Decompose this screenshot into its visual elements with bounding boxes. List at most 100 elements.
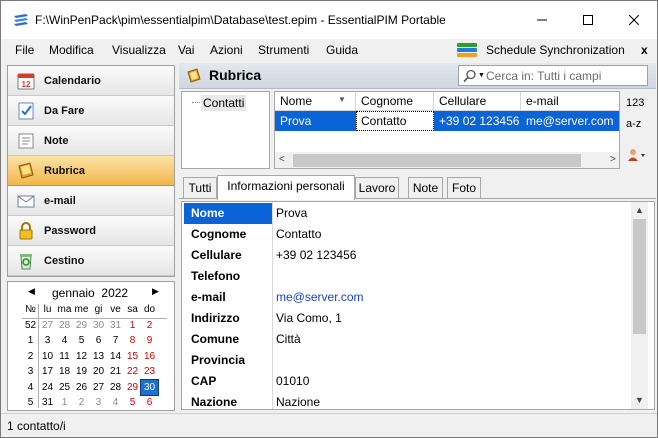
calendar-day[interactable]: 1	[124, 318, 141, 334]
scrollbar-thumb[interactable]	[633, 219, 646, 334]
calendar-day[interactable]: 10	[39, 349, 56, 365]
calendar-day[interactable]: 27	[39, 318, 56, 334]
tab-note[interactable]: Note	[408, 177, 443, 199]
menu-azioni[interactable]: Azioni	[210, 43, 243, 57]
calendar-day[interactable]: 3	[39, 333, 56, 349]
calendar-day[interactable]: 7	[107, 333, 124, 349]
page-title: Rubrica	[209, 67, 262, 83]
menu-file[interactable]: File	[15, 43, 34, 57]
calendar-day[interactable]: 9	[141, 333, 158, 349]
calendar-day[interactable]: 16	[141, 349, 158, 365]
calendar-day[interactable]: 30	[90, 318, 107, 334]
menu-vai[interactable]: Vai	[178, 43, 194, 57]
sidebar-item-email[interactable]: e-mail	[8, 186, 174, 216]
calendar-day[interactable]: 27	[90, 380, 107, 396]
calendar-day[interactable]: 4	[107, 395, 124, 411]
calendar-day[interactable]: 2	[73, 395, 90, 411]
calendar-day-today[interactable]: 30	[140, 378, 159, 396]
calendar-day[interactable]: 31	[39, 395, 56, 411]
sidebar-item-da-fare[interactable]: Da Fare	[8, 96, 174, 126]
detail-row-cognome[interactable]: Cognome Contatto	[184, 224, 630, 245]
maximize-button[interactable]	[565, 1, 611, 39]
calendar-day[interactable]: 5	[73, 333, 90, 349]
user-group-icon[interactable]	[626, 147, 648, 163]
calendar-day[interactable]: 13	[90, 349, 107, 365]
sidebar-item-rubrica[interactable]: Rubrica	[8, 156, 174, 186]
menu-visualizza[interactable]: Visualizza	[112, 43, 166, 57]
column-header-cellulare[interactable]: Cellulare	[434, 92, 521, 111]
detail-row-comune[interactable]: Comune Città	[184, 329, 630, 350]
menu-guida[interactable]: Guida	[326, 43, 358, 57]
calendar-day[interactable]: 17	[39, 364, 56, 380]
mdi-close-button[interactable]: x	[641, 43, 648, 57]
calendar-day[interactable]: 6	[90, 333, 107, 349]
detail-row-cap[interactable]: CAP 01010	[184, 371, 630, 392]
calendar-day[interactable]: 4	[56, 333, 73, 349]
calendar-day[interactable]: 11	[56, 349, 73, 365]
calendar-day[interactable]: 6	[141, 395, 158, 411]
sort-numeric-button[interactable]: 123	[626, 97, 644, 109]
calendar-day[interactable]: 21	[107, 364, 124, 380]
calendar-day[interactable]: 26	[73, 380, 90, 396]
calendar-day[interactable]: 15	[124, 349, 141, 365]
calendar-day[interactable]: 20	[90, 364, 107, 380]
menu-strumenti[interactable]: Strumenti	[258, 43, 309, 57]
detail-row-email[interactable]: e-mail me@server.com	[184, 287, 630, 308]
calendar-day[interactable]: 29	[124, 380, 141, 396]
vertical-scrollbar[interactable]: ▲ ▼	[631, 202, 648, 409]
menu-modifica[interactable]: Modifica	[49, 43, 94, 57]
schedule-sync-button[interactable]: Schedule Synchronization	[456, 39, 625, 61]
search-input[interactable]: ▼ Cerca in: Tutti i campi	[458, 65, 648, 86]
sidebar-item-note[interactable]: Note	[8, 126, 174, 156]
scroll-down-icon[interactable]: ▼	[635, 395, 644, 405]
calendar-day[interactable]: 12	[73, 349, 90, 365]
scroll-left-icon[interactable]: <	[279, 154, 285, 165]
tab-tutti[interactable]: Tutti	[183, 177, 217, 199]
calendar-day[interactable]: 19	[73, 364, 90, 380]
detail-row-nazione[interactable]: Nazione Nazione	[184, 392, 630, 409]
calendar-day[interactable]: 2	[141, 318, 158, 334]
column-header-email[interactable]: e-mail	[521, 92, 619, 111]
calendar-day[interactable]: 31	[107, 318, 124, 334]
folder-item-contatti[interactable]: Contatti	[201, 95, 247, 111]
calendar-day[interactable]: 25	[56, 380, 73, 396]
scroll-right-icon[interactable]: >	[610, 154, 616, 165]
scrollbar-thumb[interactable]	[293, 154, 581, 167]
next-month-icon[interactable]: ▶	[152, 286, 159, 297]
horizontal-scrollbar[interactable]: < >	[275, 152, 619, 168]
calendar-day[interactable]: 28	[56, 318, 73, 334]
minimize-button[interactable]	[519, 1, 565, 39]
detail-row-indirizzo[interactable]: Indirizzo Via Como, 1	[184, 308, 630, 329]
calendar-day[interactable]: 1	[56, 395, 73, 411]
calendar-day[interactable]: 24	[39, 380, 56, 396]
calendar-day[interactable]: 14	[107, 349, 124, 365]
table-row[interactable]: Prova Contatto +39 02 123456 me@server.c…	[275, 111, 619, 131]
tab-informazioni-personali[interactable]: Informazioni personali	[217, 175, 355, 200]
sidebar-item-calendario[interactable]: 12 Calendario	[8, 66, 174, 96]
prev-month-icon[interactable]: ◀	[28, 286, 35, 297]
detail-row-provincia[interactable]: Provincia	[184, 350, 630, 371]
detail-row-cellulare[interactable]: Cellulare +39 02 123456	[184, 245, 630, 266]
calendar-day[interactable]: 29	[73, 318, 90, 334]
calendar-day[interactable]: 5	[124, 395, 141, 411]
tab-foto[interactable]: Foto	[447, 177, 481, 199]
calendar-day[interactable]: 28	[107, 380, 124, 396]
scroll-up-icon[interactable]: ▲	[635, 205, 644, 215]
tab-lavoro[interactable]: Lavoro	[355, 177, 399, 199]
calendar-day[interactable]: 8	[124, 333, 141, 349]
column-header-cognome[interactable]: Cognome	[356, 92, 434, 111]
calendar-day[interactable]: 18	[56, 364, 73, 380]
chevron-down-icon[interactable]: ▼	[478, 72, 485, 79]
calendar-day[interactable]: 23	[141, 364, 158, 380]
detail-row-nome[interactable]: Nome Prova	[184, 203, 630, 224]
sort-alpha-button[interactable]: a-z	[626, 118, 641, 130]
close-button[interactable]	[611, 1, 657, 39]
calendar-day[interactable]: 3	[90, 395, 107, 411]
detail-label: Nome	[184, 203, 272, 224]
sidebar-item-cestino[interactable]: Cestino	[8, 246, 174, 276]
email-link[interactable]: me@server.com	[276, 287, 364, 308]
calendar-day[interactable]: 22	[124, 364, 141, 380]
sidebar-item-password[interactable]: Password	[8, 216, 174, 246]
detail-row-telefono[interactable]: Telefono	[184, 266, 630, 287]
calendar-day-header-row: № lu ma me gi ve sa do	[22, 302, 158, 318]
